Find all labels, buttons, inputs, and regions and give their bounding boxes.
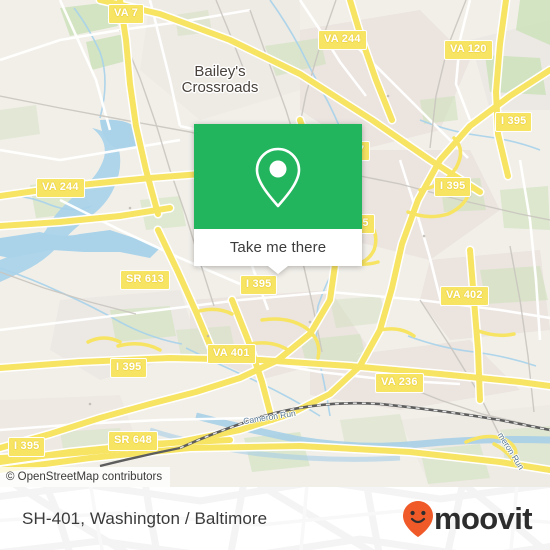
moovit-wordmark: moovit [433, 501, 533, 536]
popup-card-footer[interactable]: Take me there [194, 229, 362, 274]
map-canvas[interactable]: Bailey's Crossroads Cameron Run meron Ru… [0, 0, 550, 487]
shield-sr-613[interactable]: SR 613 [120, 270, 170, 290]
shield-sr-648[interactable]: SR 648 [108, 431, 158, 451]
osm-attribution[interactable]: © OpenStreetMap contributors [0, 467, 171, 487]
footer-bar: SH-401, Washington / Baltimore moovit [0, 487, 550, 550]
place-label-line2: Crossroads [181, 78, 259, 96]
shield-va-244-n[interactable]: VA 244 [318, 30, 367, 50]
take-me-there-label: Take me there [229, 239, 327, 256]
place-label-line1: Bailey's [194, 63, 246, 80]
shield-va-236[interactable]: VA 236 [375, 373, 424, 393]
popup-card-tail [268, 266, 288, 274]
shield-i-395-m[interactable]: I 395 [240, 275, 278, 295]
place-label-baileys-crossroads: Bailey's Crossroads [160, 64, 280, 96]
osm-attribution-text: © OpenStreetMap contributors [6, 471, 163, 483]
shield-va-402[interactable]: VA 402 [440, 286, 489, 306]
shield-i-395-ne[interactable]: I 395 [495, 112, 533, 132]
moovit-logo[interactable]: moovit [401, 500, 533, 538]
shield-va-401[interactable]: VA 401 [207, 344, 256, 364]
page-title: SH-401, Washington / Baltimore [22, 508, 268, 528]
location-popup-card[interactable]: Take me there [194, 124, 362, 274]
popup-card-image [194, 124, 362, 229]
shield-i-395-sw[interactable]: I 395 [110, 358, 148, 378]
shield-i-395-s[interactable]: I 395 [8, 437, 46, 457]
shield-va-7[interactable]: VA 7 [108, 4, 145, 24]
map-pin-icon [255, 147, 301, 207]
shield-i-395-e[interactable]: I 395 [434, 177, 472, 197]
shield-va-120[interactable]: VA 120 [444, 40, 493, 60]
shield-va-244-w[interactable]: VA 244 [36, 178, 85, 198]
moovit-pin-icon [402, 500, 433, 537]
